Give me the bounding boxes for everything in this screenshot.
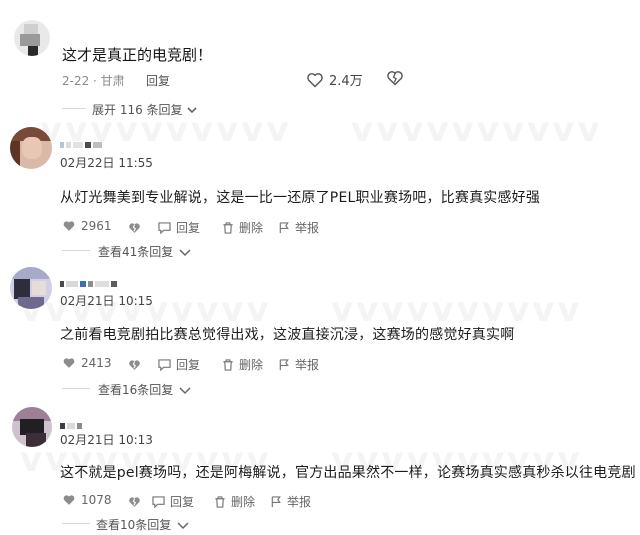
reply-label: 回复: [170, 495, 195, 509]
delete-label: 删除: [239, 221, 264, 235]
avatar[interactable]: [12, 407, 52, 447]
delete-button[interactable]: 删除: [222, 219, 263, 236]
comment-text: 从灯光舞美到专业解说，这是一比一还原了PEL职业赛场吧，比赛真实感好强: [60, 190, 541, 206]
flag-icon: [279, 221, 289, 233]
like-count: 2.4万: [329, 74, 363, 89]
view-replies-button[interactable]: 查看16条回复: [98, 381, 192, 398]
username-blurred[interactable]: [60, 272, 119, 291]
thumbs-down-icon: [129, 223, 140, 233]
comment-icon: [158, 221, 171, 234]
chevron-down-icon: [179, 386, 191, 394]
delete-button[interactable]: 删除: [222, 356, 263, 373]
thumbs-down-icon: [129, 360, 140, 370]
dislike-button[interactable]: [128, 493, 141, 512]
like-button[interactable]: 2413: [62, 356, 112, 370]
divider: [62, 250, 90, 251]
comment-date: 02月21日 10:15: [60, 294, 153, 308]
reply-button[interactable]: 回复: [152, 493, 194, 510]
view-replies-label: 查看16条回复: [98, 383, 174, 397]
reply-button[interactable]: 回复: [158, 219, 200, 236]
avatar[interactable]: [10, 127, 52, 169]
comment-icon: [158, 358, 171, 371]
comment-date: 02月21日 10:13: [60, 433, 153, 447]
delete-label: 删除: [231, 495, 256, 509]
trash-icon: [215, 495, 225, 508]
like-button[interactable]: 1078: [62, 493, 112, 507]
dislike-button[interactable]: [386, 70, 404, 90]
like-button[interactable]: 2961: [62, 219, 112, 233]
broken-heart-icon: [387, 71, 403, 86]
avatar[interactable]: [10, 267, 52, 309]
reply-button[interactable]: 回复: [146, 72, 170, 89]
chevron-down-icon: [179, 248, 191, 256]
comment-meta: 2-22 · 甘肃: [62, 74, 125, 88]
like-count: 2961: [81, 219, 112, 233]
chevron-down-icon: [186, 106, 197, 113]
comment-icon: [152, 495, 165, 508]
delete-button[interactable]: 删除: [214, 493, 255, 510]
comment-text: 这才是真正的电竞剧！: [62, 46, 213, 64]
heart-icon: [63, 358, 75, 368]
trash-icon: [223, 221, 233, 234]
view-replies-label: 查看10条回复: [96, 518, 172, 532]
expand-replies-label: 展开 116 条回复: [92, 103, 183, 117]
flag-icon: [271, 495, 281, 507]
divider: [62, 388, 90, 389]
comment-date: 02月22日 11:55: [60, 156, 153, 170]
comment-text: 这不就是pel赛场吗，还是阿梅解说，官方出品果然不一样，论赛场真实感真秒杀以往电…: [60, 465, 636, 481]
avatar[interactable]: [14, 20, 50, 56]
dislike-button[interactable]: [128, 356, 141, 375]
report-button[interactable]: 举报: [270, 493, 311, 510]
heart-icon: [63, 221, 75, 231]
report-label: 举报: [295, 358, 320, 372]
report-label: 举报: [287, 495, 312, 509]
flag-icon: [279, 358, 289, 370]
username-blurred[interactable]: [60, 133, 104, 152]
report-button[interactable]: 举报: [278, 219, 319, 236]
heart-icon: [63, 495, 75, 505]
thumbs-down-icon: [129, 497, 140, 507]
reply-label: 回复: [176, 221, 201, 235]
view-replies-button[interactable]: 查看10条回复: [96, 516, 190, 533]
view-replies-label: 查看41条回复: [98, 245, 174, 259]
like-count: 2413: [81, 356, 112, 370]
report-button[interactable]: 举报: [278, 356, 319, 373]
chevron-down-icon: [177, 521, 189, 529]
report-label: 举报: [295, 221, 320, 235]
reply-button[interactable]: 回复: [158, 356, 200, 373]
divider: [62, 523, 90, 524]
reply-label: 回复: [176, 358, 201, 372]
view-replies-button[interactable]: 查看41条回复: [98, 243, 192, 260]
like-count: 1078: [81, 493, 112, 507]
dislike-button[interactable]: [128, 219, 141, 238]
divider: [62, 108, 86, 109]
comment-text: 之前看电竞剧拍比赛总觉得出戏，这波直接沉浸，这赛场的感觉好真实啊: [60, 327, 515, 343]
trash-icon: [223, 358, 233, 371]
like-button[interactable]: 2.4万: [306, 70, 363, 89]
delete-label: 删除: [239, 358, 264, 372]
heart-icon: [307, 72, 323, 87]
expand-replies-button[interactable]: 展开 116 条回复: [92, 101, 198, 118]
